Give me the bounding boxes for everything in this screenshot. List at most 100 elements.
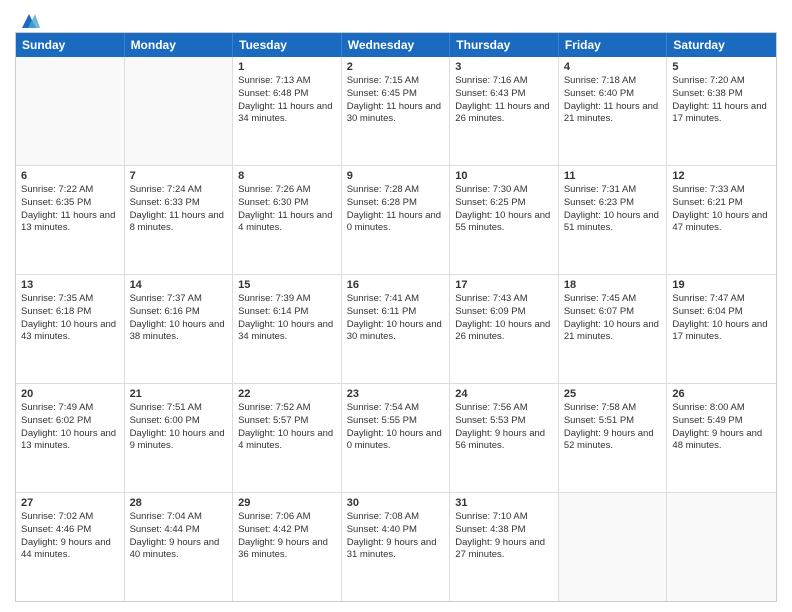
table-row (559, 493, 668, 601)
week-row-4: 27 Sunrise: 7:02 AMSunset: 4:46 PMDayligh… (16, 493, 776, 601)
table-row: 21 Sunrise: 7:51 AMSunset: 6:00 PMDayligh… (125, 384, 234, 492)
day-number: 21 (130, 388, 228, 400)
day-number: 12 (672, 170, 771, 182)
week-row-0: 1 Sunrise: 7:13 AMSunset: 6:48 PMDaylight… (16, 57, 776, 166)
day-info: Sunrise: 7:45 AMSunset: 6:07 PMDaylight:… (564, 293, 662, 344)
day-number: 31 (455, 497, 553, 509)
table-row: 31 Sunrise: 7:10 AMSunset: 4:38 PMDayligh… (450, 493, 559, 601)
table-row: 24 Sunrise: 7:56 AMSunset: 5:53 PMDayligh… (450, 384, 559, 492)
day-info: Sunrise: 7:41 AMSunset: 6:11 PMDaylight:… (347, 293, 445, 344)
table-row (667, 493, 776, 601)
day-info: Sunrise: 7:24 AMSunset: 6:33 PMDaylight:… (130, 184, 228, 235)
table-row: 9 Sunrise: 7:28 AMSunset: 6:28 PMDaylight… (342, 166, 451, 274)
day-number: 14 (130, 279, 228, 291)
table-row: 19 Sunrise: 7:47 AMSunset: 6:04 PMDayligh… (667, 275, 776, 383)
day-number: 16 (347, 279, 445, 291)
day-info: Sunrise: 7:10 AMSunset: 4:38 PMDaylight:… (455, 511, 553, 562)
day-number: 6 (21, 170, 119, 182)
header-sunday: Sunday (16, 33, 125, 57)
table-row (125, 57, 234, 165)
day-number: 2 (347, 61, 445, 73)
table-row: 18 Sunrise: 7:45 AMSunset: 6:07 PMDayligh… (559, 275, 668, 383)
header-monday: Monday (125, 33, 234, 57)
day-info: Sunrise: 7:04 AMSunset: 4:44 PMDaylight:… (130, 511, 228, 562)
day-number: 19 (672, 279, 771, 291)
header-thursday: Thursday (450, 33, 559, 57)
calendar: Sunday Monday Tuesday Wednesday Thursday… (15, 32, 777, 602)
day-number: 18 (564, 279, 662, 291)
week-row-1: 6 Sunrise: 7:22 AMSunset: 6:35 PMDaylight… (16, 166, 776, 275)
table-row: 3Sunrise: 7:16 AMSunset: 6:43 PMDaylight… (450, 57, 559, 165)
table-row: 17 Sunrise: 7:43 AMSunset: 6:09 PMDayligh… (450, 275, 559, 383)
day-number: 17 (455, 279, 553, 291)
day-number: 11 (564, 170, 662, 182)
day-number: 15 (238, 279, 336, 291)
day-info: Sunrise: 7:47 AMSunset: 6:04 PMDaylight:… (672, 293, 771, 344)
table-row: 13Sunrise: 7:35 AMSunset: 6:18 PMDayligh… (16, 275, 125, 383)
day-number: 22 (238, 388, 336, 400)
day-info: Sunrise: 7:31 AMSunset: 6:23 PMDaylight:… (564, 184, 662, 235)
table-row: 29 Sunrise: 7:06 AMSunset: 4:42 PMDayligh… (233, 493, 342, 601)
day-info: Sunrise: 7:13 AMSunset: 6:48 PMDaylight:… (238, 75, 336, 126)
day-info: Sunrise: 7:58 AMSunset: 5:51 PMDaylight:… (564, 402, 662, 453)
table-row: 28 Sunrise: 7:04 AMSunset: 4:44 PMDayligh… (125, 493, 234, 601)
day-info: Sunrise: 7:43 AMSunset: 6:09 PMDaylight:… (455, 293, 553, 344)
day-number: 5 (672, 61, 771, 73)
header-friday: Friday (559, 33, 668, 57)
day-info: Sunrise: 7:18 AMSunset: 6:40 PMDaylight:… (564, 75, 662, 126)
header-tuesday: Tuesday (233, 33, 342, 57)
day-info: Sunrise: 7:16 AMSunset: 6:43 PMDaylight:… (455, 75, 553, 126)
day-info: Sunrise: 7:35 AMSunset: 6:18 PMDaylight:… (21, 293, 119, 344)
table-row: 26Sunrise: 8:00 AMSunset: 5:49 PMDayligh… (667, 384, 776, 492)
day-info: Sunrise: 7:52 AMSunset: 5:57 PMDaylight:… (238, 402, 336, 453)
day-info: Sunrise: 7:51 AMSunset: 6:00 PMDaylight:… (130, 402, 228, 453)
week-row-3: 20Sunrise: 7:49 AMSunset: 6:02 PMDayligh… (16, 384, 776, 493)
table-row: 30Sunrise: 7:08 AMSunset: 4:40 PMDayligh… (342, 493, 451, 601)
day-number: 29 (238, 497, 336, 509)
table-row: 5 Sunrise: 7:20 AMSunset: 6:38 PMDaylight… (667, 57, 776, 165)
table-row: 25 Sunrise: 7:58 AMSunset: 5:51 PMDayligh… (559, 384, 668, 492)
calendar-header: Sunday Monday Tuesday Wednesday Thursday… (16, 33, 776, 57)
table-row: 7 Sunrise: 7:24 AMSunset: 6:33 PMDaylight… (125, 166, 234, 274)
day-number: 27 (21, 497, 119, 509)
day-info: Sunrise: 7:02 AMSunset: 4:46 PMDaylight:… (21, 511, 119, 562)
day-info: Sunrise: 7:20 AMSunset: 6:38 PMDaylight:… (672, 75, 771, 126)
table-row: 1 Sunrise: 7:13 AMSunset: 6:48 PMDaylight… (233, 57, 342, 165)
logo (15, 10, 41, 26)
day-info: Sunrise: 7:08 AMSunset: 4:40 PMDaylight:… (347, 511, 445, 562)
logo-icon (18, 10, 40, 30)
day-number: 24 (455, 388, 553, 400)
table-row: 11 Sunrise: 7:31 AMSunset: 6:23 PMDayligh… (559, 166, 668, 274)
day-number: 9 (347, 170, 445, 182)
table-row: 27 Sunrise: 7:02 AMSunset: 4:46 PMDayligh… (16, 493, 125, 601)
day-number: 8 (238, 170, 336, 182)
calendar-body: 1 Sunrise: 7:13 AMSunset: 6:48 PMDaylight… (16, 57, 776, 601)
header-saturday: Saturday (667, 33, 776, 57)
table-row: 6 Sunrise: 7:22 AMSunset: 6:35 PMDaylight… (16, 166, 125, 274)
table-row: 8 Sunrise: 7:26 AMSunset: 6:30 PMDaylight… (233, 166, 342, 274)
day-number: 7 (130, 170, 228, 182)
header (15, 10, 777, 26)
table-row: 20Sunrise: 7:49 AMSunset: 6:02 PMDayligh… (16, 384, 125, 492)
table-row: 16 Sunrise: 7:41 AMSunset: 6:11 PMDayligh… (342, 275, 451, 383)
day-info: Sunrise: 7:06 AMSunset: 4:42 PMDaylight:… (238, 511, 336, 562)
week-row-2: 13Sunrise: 7:35 AMSunset: 6:18 PMDayligh… (16, 275, 776, 384)
table-row: 14 Sunrise: 7:37 AMSunset: 6:16 PMDayligh… (125, 275, 234, 383)
day-info: Sunrise: 8:00 AMSunset: 5:49 PMDaylight:… (672, 402, 771, 453)
table-row: 15 Sunrise: 7:39 AMSunset: 6:14 PMDayligh… (233, 275, 342, 383)
table-row: 23Sunrise: 7:54 AMSunset: 5:55 PMDayligh… (342, 384, 451, 492)
day-number: 23 (347, 388, 445, 400)
day-info: Sunrise: 7:28 AMSunset: 6:28 PMDaylight:… (347, 184, 445, 235)
day-info: Sunrise: 7:22 AMSunset: 6:35 PMDaylight:… (21, 184, 119, 235)
day-info: Sunrise: 7:39 AMSunset: 6:14 PMDaylight:… (238, 293, 336, 344)
table-row: 22 Sunrise: 7:52 AMSunset: 5:57 PMDayligh… (233, 384, 342, 492)
day-number: 20 (21, 388, 119, 400)
table-row: 4Sunrise: 7:18 AMSunset: 6:40 PMDaylight… (559, 57, 668, 165)
day-info: Sunrise: 7:26 AMSunset: 6:30 PMDaylight:… (238, 184, 336, 235)
day-info: Sunrise: 7:33 AMSunset: 6:21 PMDaylight:… (672, 184, 771, 235)
day-info: Sunrise: 7:56 AMSunset: 5:53 PMDaylight:… (455, 402, 553, 453)
day-number: 1 (238, 61, 336, 73)
day-number: 28 (130, 497, 228, 509)
day-info: Sunrise: 7:37 AMSunset: 6:16 PMDaylight:… (130, 293, 228, 344)
day-number: 25 (564, 388, 662, 400)
